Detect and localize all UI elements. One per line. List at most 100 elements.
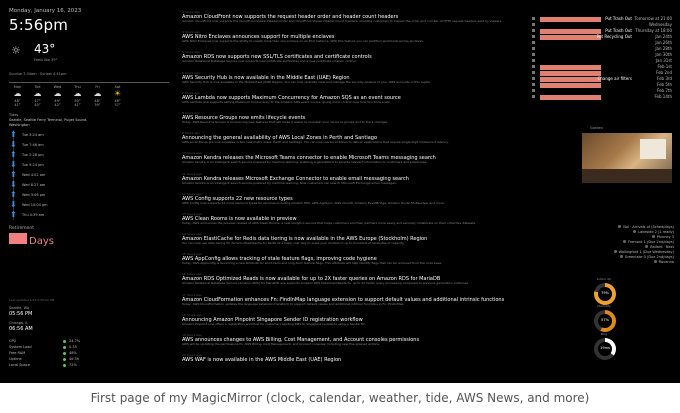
news-body: Amazon Kendra is an intelligent search s… <box>182 161 428 165</box>
sun-cloud-icon: ☼ <box>11 44 21 57</box>
tide-item: ⬇ Tue 7:46 am <box>10 140 169 150</box>
camera-shade <box>582 169 672 183</box>
forecast-low: 40° <box>34 103 41 107</box>
tide-item: ⬆ Wed 3:06 pm <box>10 190 169 200</box>
bus-icon <box>613 250 617 253</box>
calendar-icon <box>532 59 535 62</box>
news-item: 14 hours ago Amazon ElastiCache for Redis… <box>182 232 522 249</box>
status-list-item: Ravenna <box>592 260 674 265</box>
calendar-icon <box>532 17 535 20</box>
stat-label: Uptime <box>9 357 22 361</box>
world-clock-location-2: Chicago, IL <box>9 321 29 325</box>
tide-list: ⬆ Tue 3:24 am ⬇ Tue 7:46 am ⬆ Tue 2:28 pm ⬇ Tue… <box>10 130 169 220</box>
calendar: Put Trash Out Tomorrow at 21:00 Wednesday P… <box>532 16 672 100</box>
magicmirror-screen: Monday, January 16, 2023 5:56pm ☼ 43° Fe… <box>0 0 680 383</box>
stat-value: 72% <box>69 363 77 367</box>
stat-row: Local Space 72% <box>9 362 169 368</box>
news-body: Amazon Pinpoint now offers a registratio… <box>182 322 366 326</box>
calendar-icon <box>532 29 535 32</box>
news-body: Amazon Relational Database Service now s… <box>182 60 357 64</box>
news-item: 6 hours ago AWS Security Hub is now avail… <box>182 71 522 88</box>
countdown-unit: Days <box>29 236 54 247</box>
tide-time: Tue 7:46 am <box>22 143 44 147</box>
countdown: Days <box>9 233 169 247</box>
arrow-up-icon: ⬆ <box>10 150 17 159</box>
world-clock-location-1: Seattle, WA <box>9 306 30 310</box>
calendar-date: Jan 28th <box>655 46 672 51</box>
arrow-up-icon: ⬆ <box>10 170 17 179</box>
system-stats: CPU 24.7% System Load 0.35 Free RAM 48% Uptime… <box>9 338 169 368</box>
news-item: 11 hours ago Amazon Kendra releases Micro… <box>182 172 522 189</box>
stat-value: 4d 3h <box>69 357 80 361</box>
calendar-event: Put Trash Out <box>605 16 632 21</box>
news-item: 3 hours ago Amazon CloudFront now support… <box>182 10 522 27</box>
calendar-icon <box>532 47 535 50</box>
news-body: Today, AWS CloudFormation updates the la… <box>182 302 405 306</box>
arrow-up-icon: ⬆ <box>10 190 17 199</box>
feels-like: Feels like 39° <box>34 58 58 62</box>
calendar-date: Feb 14th <box>654 94 672 99</box>
news-body: You can now use data tiering for Amazon … <box>182 242 405 246</box>
world-clock-time-1: 05:56 PM <box>9 311 33 317</box>
news-body <box>182 363 522 370</box>
status-list-text: Lakeside 2 (1 ready) <box>638 230 674 234</box>
calendar-icon <box>532 77 535 80</box>
news-item: 4 hours ago AWS Nitro Enclaves announces … <box>182 30 522 47</box>
calendar-event: Put Trash Out <box>605 28 632 33</box>
stat-label: Local Space <box>9 363 30 367</box>
stat-label: CPU <box>9 339 17 343</box>
calendar-date: Jan 26th <box>655 40 672 45</box>
cloud-rain-icon: ☁ <box>73 89 82 98</box>
calendar-icon <box>532 71 535 74</box>
cloud-rain-icon: ☁ <box>33 89 42 98</box>
calendar-date: Feb 5th <box>656 82 672 87</box>
calendar-icon <box>532 35 535 38</box>
tide-time: Tue 9:24 pm <box>22 163 44 167</box>
tide-item: ⬇ Tue 9:24 pm <box>10 160 169 170</box>
tide-item: ⬆ Tue 3:24 am <box>10 130 169 140</box>
gauge-label: Indoor Air <box>596 277 612 281</box>
gauge-value: 79% <box>601 291 609 295</box>
status-list-text: Nol · Arrivals of (Sched/days) <box>623 225 674 229</box>
status-list-text: Ravenna <box>658 260 674 264</box>
news-body: Today, AWS announces the preview release… <box>182 221 477 225</box>
calendar-row: Feb 14th <box>532 94 672 100</box>
tide-time: Tue 2:28 pm <box>22 153 44 157</box>
stat-value: 48% <box>69 351 77 355</box>
bus-icon <box>619 255 623 258</box>
forecast-day: Thu ☁ 50° 41° <box>69 85 86 107</box>
calendar-icon <box>532 41 535 44</box>
news-item: 5 hours ago Amazon RDS now supports new S… <box>182 50 522 67</box>
tide-item: ⬆ Tue 2:28 pm <box>10 150 169 160</box>
calendar-icon <box>532 83 535 86</box>
stat-label: Free RAM <box>9 351 26 355</box>
clock-date: Monday, January 16, 2023 <box>9 8 82 14</box>
cloud-rain-icon: ☁ <box>13 89 22 98</box>
news-item: 18 hours ago Announcing Amazon Pinpoint S… <box>182 313 522 330</box>
arrow-down-icon: ⬇ <box>10 140 17 149</box>
tide-item: ⬇ Wed 8:27 am <box>10 180 169 190</box>
tide-time: Tue 3:24 am <box>22 133 44 137</box>
stat-label: System Load <box>9 345 32 349</box>
image-caption: First page of my MagicMirror (clock, cal… <box>90 391 590 405</box>
gauge-label: Ping <box>600 332 608 336</box>
arrow-down-icon: ⬇ <box>10 200 17 209</box>
status-list-text: Wallingford 1 (Due Wednesday) <box>618 250 674 254</box>
bus-icon <box>653 260 657 263</box>
status-list: Nol · Arrivals of (Sched/days) Lakeside 2… <box>592 225 674 265</box>
cloud-rain-icon: ☁ <box>53 89 62 98</box>
news-body: AWS Config now supports 22 more resource… <box>182 201 445 205</box>
camera-image <box>582 133 672 183</box>
calendar-bar <box>540 28 601 34</box>
arrow-down-icon: ⬇ <box>10 160 17 169</box>
gauge: 57% <box>594 310 616 332</box>
status-dot-icon <box>63 351 66 355</box>
calendar-date: Jan 30th <box>655 52 672 57</box>
bus-icon <box>633 230 637 233</box>
sun-times: Sunrise 7:34am · Sunset 4:41pm <box>9 72 67 76</box>
calendar-bar <box>540 76 601 82</box>
arrow-up-icon: ⬆ <box>10 130 17 139</box>
calendar-date: Thursday at 18:00 <box>635 28 672 33</box>
calendar-bar <box>540 82 601 88</box>
news-body: AWS Nitro Enclaves now supports the abil… <box>182 40 424 44</box>
